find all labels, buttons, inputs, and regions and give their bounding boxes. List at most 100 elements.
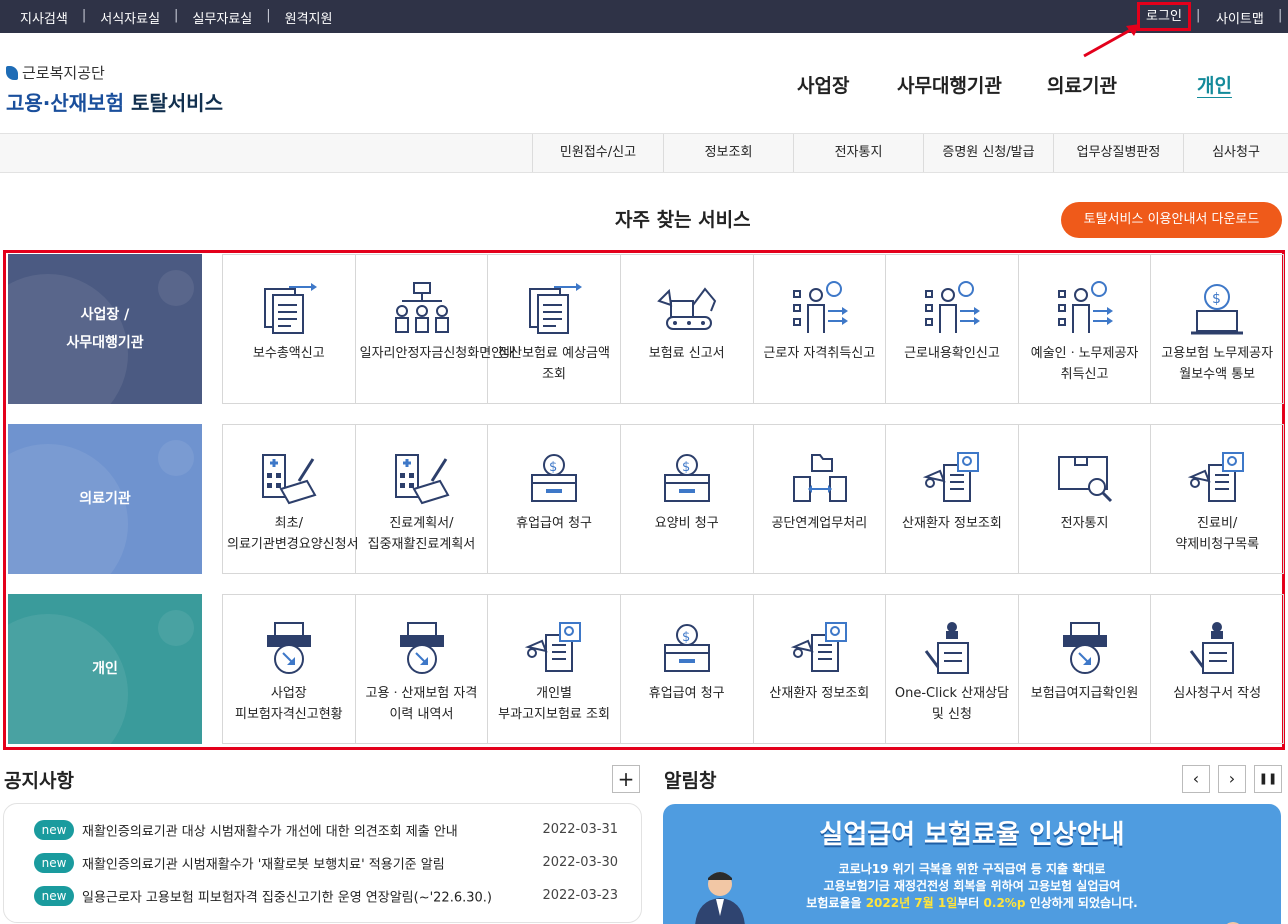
excavator-icon <box>657 287 717 330</box>
banner-line-3-pre: 보험료율을 <box>806 896 866 910</box>
banner-line-3: 보험료율을 2022년 7월 1일부터 0.2%p 인상하게 되었습니다. <box>663 894 1281 911</box>
notice-more-button[interactable]: + <box>612 765 640 793</box>
login-link[interactable]: 로그인 <box>1137 2 1191 31</box>
service-item[interactable]: 최초/의료기관변경요양신청서 <box>223 425 359 573</box>
worker-checklist-icon <box>792 281 848 333</box>
row-header-line-2: 사무대행기관 <box>66 335 144 351</box>
service-item[interactable]: 예술인ㆍ노무제공자 취득신고 <box>1019 255 1152 403</box>
service-item-label: 보험료 신고서 <box>648 346 725 361</box>
service-item[interactable]: 진료비/약제비청구목록 <box>1151 425 1284 573</box>
sub-navigation: 민원접수/신고 정보조회 전자통지 증명원 신청/발급 업무상질병판정 심사청구 <box>0 133 1288 173</box>
service-item[interactable]: One-Click 산재상담 및 신청 <box>886 595 1019 743</box>
sitemap-link[interactable]: 사이트맵 <box>1216 8 1264 27</box>
link-forms[interactable]: 서식자료실 <box>100 8 174 27</box>
row-header-line-1: 사업장 / <box>80 307 130 323</box>
coin-box-icon: $ <box>531 454 578 502</box>
nav-individual[interactable]: 개인 <box>1197 71 1232 98</box>
service-item-label: 보험급여지급확인원 <box>1030 686 1139 701</box>
alarm-next-button[interactable]: › <box>1218 765 1246 793</box>
row-header-1: 의료기관 <box>8 424 202 574</box>
nav-medical[interactable]: 의료기관 <box>1047 71 1117 98</box>
nav-workplace[interactable]: 사업장 <box>797 71 849 98</box>
service-item[interactable]: 정산보험료 예상금액 조회 <box>488 255 621 403</box>
service-item-label: 산재환자 정보조회 <box>902 516 1002 531</box>
service-item[interactable]: 근로내용확인신고 <box>886 255 1019 403</box>
svg-text:$: $ <box>682 460 690 475</box>
subnav-disease-judgment[interactable]: 업무상질병판정 <box>1053 134 1183 172</box>
service-item-label: 휴업급여 청구 <box>516 516 593 531</box>
subnav-certificate[interactable]: 증명원 신청/발급 <box>923 134 1053 172</box>
service-item[interactable]: $ 요양비 청구 <box>621 425 754 573</box>
service-item-label: 요양비 청구 <box>654 516 719 531</box>
link-branch-search[interactable]: 지사검색 <box>20 8 82 27</box>
service-item[interactable]: 사업장 피보험자격신고현황 <box>223 595 356 743</box>
service-grid-row-1: 최초/의료기관변경요양신청서 진료계획서/집중재활진료계획서 $ 휴업급여 청구 $ 요양… <box>222 424 1284 574</box>
notice-item[interactable]: new 일용근로자 고용보험 피보험자격 집중신고기한 운영 연장알림(~'22.… <box>34 886 624 906</box>
service-item[interactable]: 진료계획서/집중재활진료계획서 <box>356 425 489 573</box>
separator: | <box>266 8 271 23</box>
subnav-info-query[interactable]: 정보조회 <box>663 134 793 172</box>
notice-item-title[interactable]: 일용근로자 고용보험 피보험자격 집중신고기한 운영 연장알림(~'22.6.3… <box>82 891 492 906</box>
svg-text:$: $ <box>1212 291 1221 307</box>
notice-item[interactable]: new 재활인증의료기관 시범재활수가 '재활로봇 보행치료' 적용기준 알림 2… <box>34 853 624 873</box>
subnav-e-notice[interactable]: 전자통지 <box>793 134 923 172</box>
alarm-pause-button[interactable]: ❚❚ <box>1254 765 1282 793</box>
row-header-2: 개인 <box>8 594 202 744</box>
decor-circle <box>158 270 194 306</box>
notice-item[interactable]: new 재활인증의료기관 대상 시범재활수가 개선에 대한 의견조회 제출 안내 … <box>34 820 624 840</box>
service-item[interactable]: 고용ㆍ산재보험 자격 이력 내역서 <box>356 595 489 743</box>
service-grid-row-2: 사업장 피보험자격신고현황 고용ㆍ산재보험 자격 이력 내역서 개인별 부과고지보험… <box>222 594 1284 744</box>
alarm-prev-button[interactable]: ‹ <box>1182 765 1210 793</box>
search-document-icon <box>525 622 582 672</box>
service-item[interactable]: 보험료 신고서 <box>621 255 754 403</box>
link-practice-docs[interactable]: 실무자료실 <box>192 8 266 27</box>
service-item[interactable]: 일자리안정자금신청화면안내 <box>356 255 515 403</box>
separator: | <box>174 8 179 23</box>
service-item[interactable]: 심사청구서 작성 <box>1151 595 1284 743</box>
org-name-text: 근로복지공단 <box>22 64 105 82</box>
search-document-icon <box>922 452 980 502</box>
svg-text:$: $ <box>682 630 690 645</box>
service-item-label: 공단연계업무처리 <box>771 516 868 531</box>
service-item[interactable]: 근로자 자격취득신고 <box>754 255 887 403</box>
notice-list: new 재활인증의료기관 대상 시범재활수가 개선에 대한 의견조회 제출 안내 … <box>3 803 642 923</box>
site-logo[interactable]: 근로복지공단 고용·산재보험 토탈서비스 <box>6 62 223 116</box>
service-item-label: 근로내용확인신고 <box>904 346 1000 361</box>
service-item[interactable]: 산재환자 정보조회 <box>886 425 1019 573</box>
coin-box-icon: $ <box>663 454 710 502</box>
comwel-logo-icon <box>6 65 18 80</box>
service-name: 고용·산재보험 토탈서비스 <box>6 87 223 116</box>
service-item[interactable]: 보험급여지급확인원 <box>1019 595 1152 743</box>
alarm-banner[interactable]: 실업급여 보험료율 인상안내 코로나19 위기 극복을 위한 구직급여 등 지출… <box>663 804 1281 924</box>
subnav-civil-filing[interactable]: 민원접수/신고 <box>532 134 663 172</box>
banner-line-2: 고용보험기금 재정건전성 회복을 위하여 고용보험 실업급여 <box>823 879 1121 893</box>
org-name: 근로복지공단 <box>6 62 223 83</box>
service-item[interactable]: 보수총액신고 <box>223 255 356 403</box>
nav-agency[interactable]: 사무대행기관 <box>897 71 1002 98</box>
new-badge: new <box>34 853 74 873</box>
mail-search-icon <box>1057 456 1112 503</box>
guide-download-button[interactable]: 토탈서비스 이용안내서 다운로드 <box>1061 202 1282 238</box>
service-item[interactable]: 개인별 부과고지보험료 조회 <box>488 595 621 743</box>
service-item[interactable]: 산재환자 정보조회 <box>754 595 887 743</box>
printer-arrow-icon <box>1062 622 1107 674</box>
service-item-label: 진료계획서/집중재활진료계획서 <box>367 516 476 552</box>
notice-item-date: 2022-03-30 <box>542 855 618 870</box>
service-item[interactable]: 전자통지 <box>1019 425 1152 573</box>
service-item-label: 산재환자 정보조회 <box>769 686 870 701</box>
svg-text:$: $ <box>549 460 557 475</box>
subnav-review-request[interactable]: 심사청구 <box>1183 134 1288 172</box>
notice-item-title[interactable]: 재활인증의료기관 시범재활수가 '재활로봇 보행치료' 적용기준 알림 <box>82 858 445 873</box>
search-document-icon <box>1188 452 1245 502</box>
woman-illustration-icon <box>1227 922 1239 924</box>
service-item[interactable]: 공단연계업무처리 <box>754 425 887 573</box>
service-item-label: 최초/의료기관변경요양신청서 <box>227 516 359 552</box>
service-item[interactable]: $ 고용보험 노무제공자 월보수액 통보 <box>1151 255 1284 403</box>
printer-arrow-icon <box>267 622 311 674</box>
banner-title: 실업급여 보험료율 인상안내 <box>819 820 1125 850</box>
service-item[interactable]: $ 휴업급여 청구 <box>621 595 754 743</box>
service-item-label: 예술인ㆍ노무제공자 취득신고 <box>1030 346 1139 382</box>
link-remote-support[interactable]: 원격지원 <box>285 8 347 27</box>
notice-item-title[interactable]: 재활인증의료기관 대상 시범재활수가 개선에 대한 의견조회 제출 안내 <box>82 825 458 840</box>
service-item[interactable]: $ 휴업급여 청구 <box>488 425 621 573</box>
